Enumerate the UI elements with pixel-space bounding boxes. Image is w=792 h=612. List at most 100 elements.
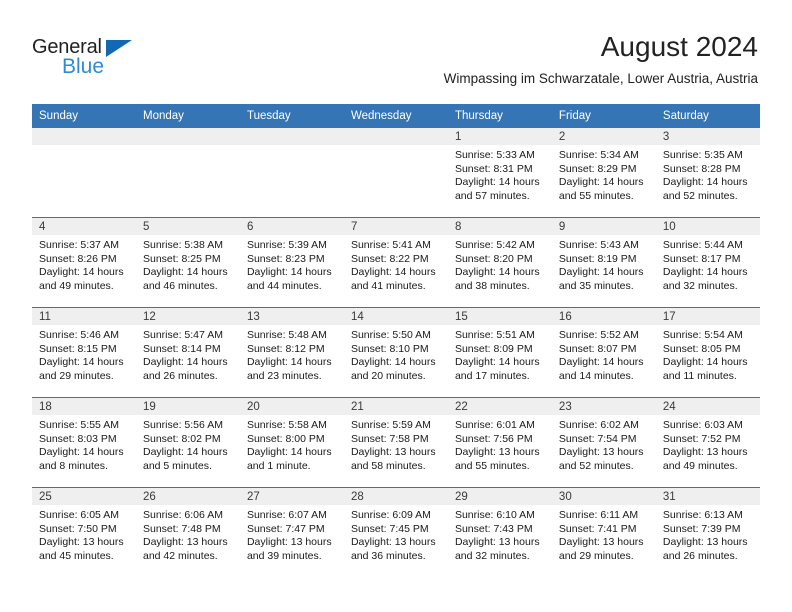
general-blue-logo[interactable]: General Blue xyxy=(32,36,152,82)
sunrise-text: Sunrise: 5:34 AM xyxy=(558,149,639,161)
daylight-text-line2: and 14 minutes. xyxy=(558,369,634,382)
day-details: Sunrise: 6:11 AM Sunset: 7:41 PM Daylight:… xyxy=(552,505,656,563)
calendar-day-cell[interactable]: 23 Sunrise: 6:02 AM Sunset: 7:54 PM Dayligh… xyxy=(551,397,656,488)
calendar-day-cell[interactable]: 2 Sunrise: 5:34 AM Sunset: 8:29 PM Daylight… xyxy=(551,128,656,218)
calendar-cell-inner xyxy=(343,128,448,217)
daylight-text-line1: Daylight: 13 hours xyxy=(454,536,540,549)
calendar-day-cell[interactable]: 29 Sunrise: 6:10 AM Sunset: 7:43 PM Dayligh… xyxy=(447,487,552,577)
daylight-text-line1: Daylight: 14 hours xyxy=(39,266,124,279)
calendar-day-cell[interactable]: 11 Sunrise: 5:46 AM Sunset: 8:15 PM Dayligh… xyxy=(32,307,136,398)
calendar-day-cell[interactable]: 15 Sunrise: 5:51 AM Sunset: 8:09 PM Dayligh… xyxy=(447,307,552,398)
calendar-day-cell[interactable]: 28 Sunrise: 6:09 AM Sunset: 7:45 PM Dayligh… xyxy=(343,487,448,577)
day-number: 27 xyxy=(239,488,344,505)
calendar-cell-empty xyxy=(135,128,240,218)
calendar-body: 1 Sunrise: 5:33 AM Sunset: 8:31 PM Daylight… xyxy=(32,128,760,577)
calendar-cell-inner: 20 Sunrise: 5:58 AM Sunset: 8:00 PM Dayligh… xyxy=(239,398,344,487)
calendar-day-cell[interactable]: 26 Sunrise: 6:06 AM Sunset: 7:48 PM Dayligh… xyxy=(135,487,240,577)
day-details: Sunrise: 6:07 AM Sunset: 7:47 PM Daylight:… xyxy=(240,505,344,563)
calendar-cell-inner: 2 Sunrise: 5:34 AM Sunset: 8:29 PM Daylight… xyxy=(551,128,656,217)
calendar-day-cell[interactable]: 24 Sunrise: 6:03 AM Sunset: 7:52 PM Dayligh… xyxy=(655,397,760,488)
day-number: 29 xyxy=(447,488,552,505)
sunset-text: Sunset: 7:50 PM xyxy=(39,522,117,535)
daylight-text-line1: Daylight: 14 hours xyxy=(454,176,540,189)
calendar-day-cell[interactable]: 18 Sunrise: 5:55 AM Sunset: 8:03 PM Dayligh… xyxy=(32,397,136,488)
calendar-cell-inner: 21 Sunrise: 5:59 AM Sunset: 7:58 PM Dayligh… xyxy=(343,398,448,487)
calendar-cell-inner: 12 Sunrise: 5:47 AM Sunset: 8:14 PM Dayligh… xyxy=(135,308,240,397)
day-number: 1 xyxy=(447,128,552,145)
sunset-text: Sunset: 8:12 PM xyxy=(246,342,325,355)
calendar-cell-inner: 14 Sunrise: 5:50 AM Sunset: 8:10 PM Dayligh… xyxy=(343,308,448,397)
daylight-text-line2: and 23 minutes. xyxy=(246,369,322,382)
day-number: 20 xyxy=(239,398,344,415)
calendar-day-cell[interactable]: 5 Sunrise: 5:38 AM Sunset: 8:25 PM Daylight… xyxy=(135,217,240,308)
sunrise-text: Sunrise: 5:59 AM xyxy=(350,419,431,431)
daylight-text-line2: and 38 minutes. xyxy=(454,279,530,292)
calendar-cell-inner: 22 Sunrise: 6:01 AM Sunset: 7:56 PM Dayligh… xyxy=(447,398,552,487)
calendar-week-row: 4 Sunrise: 5:37 AM Sunset: 8:26 PM Daylight… xyxy=(32,217,760,308)
calendar-day-cell[interactable]: 25 Sunrise: 6:05 AM Sunset: 7:50 PM Dayligh… xyxy=(32,487,136,577)
day-number: 19 xyxy=(135,398,240,415)
weekday-header-tuesday: Tuesday xyxy=(239,104,344,128)
day-number xyxy=(343,128,448,145)
daylight-text-line1: Daylight: 13 hours xyxy=(142,536,228,549)
calendar-day-cell[interactable]: 22 Sunrise: 6:01 AM Sunset: 7:56 PM Dayligh… xyxy=(447,397,552,488)
calendar-day-cell[interactable]: 21 Sunrise: 5:59 AM Sunset: 7:58 PM Dayligh… xyxy=(343,397,448,488)
calendar-day-cell[interactable]: 16 Sunrise: 5:52 AM Sunset: 8:07 PM Dayligh… xyxy=(551,307,656,398)
calendar-day-cell[interactable]: 7 Sunrise: 5:41 AM Sunset: 8:22 PM Daylight… xyxy=(343,217,448,308)
day-details: Sunrise: 6:10 AM Sunset: 7:43 PM Daylight:… xyxy=(448,505,552,563)
sunset-text: Sunset: 7:41 PM xyxy=(558,522,637,535)
sunset-text: Sunset: 8:26 PM xyxy=(39,252,117,265)
sunrise-text: Sunrise: 5:52 AM xyxy=(558,329,639,341)
sunset-text: Sunset: 8:23 PM xyxy=(246,252,325,265)
calendar-day-cell[interactable]: 4 Sunrise: 5:37 AM Sunset: 8:26 PM Daylight… xyxy=(32,217,136,308)
calendar-day-cell[interactable]: 9 Sunrise: 5:43 AM Sunset: 8:19 PM Daylight… xyxy=(551,217,656,308)
calendar-day-cell[interactable]: 12 Sunrise: 5:47 AM Sunset: 8:14 PM Dayligh… xyxy=(135,307,240,398)
calendar-day-cell[interactable]: 19 Sunrise: 5:56 AM Sunset: 8:02 PM Dayligh… xyxy=(135,397,240,488)
calendar-day-cell[interactable]: 3 Sunrise: 5:35 AM Sunset: 8:28 PM Daylight… xyxy=(655,128,760,218)
day-number: 28 xyxy=(343,488,448,505)
daylight-text-line1: Daylight: 14 hours xyxy=(350,266,436,279)
daylight-text-line2: and 32 minutes. xyxy=(662,279,738,292)
sunrise-text: Sunrise: 5:39 AM xyxy=(246,239,327,251)
calendar-day-cell[interactable]: 14 Sunrise: 5:50 AM Sunset: 8:10 PM Dayligh… xyxy=(343,307,448,398)
calendar-day-cell[interactable]: 31 Sunrise: 6:13 AM Sunset: 7:39 PM Dayligh… xyxy=(655,487,760,577)
sunrise-text: Sunrise: 5:56 AM xyxy=(142,419,223,431)
day-details: Sunrise: 6:09 AM Sunset: 7:45 PM Daylight:… xyxy=(344,505,448,563)
calendar-day-cell[interactable]: 10 Sunrise: 5:44 AM Sunset: 8:17 PM Dayligh… xyxy=(655,217,760,308)
calendar-cell-inner: 11 Sunrise: 5:46 AM Sunset: 8:15 PM Dayligh… xyxy=(32,308,136,397)
page-header: General Blue August 2024 Wimpassing im S… xyxy=(0,0,792,100)
calendar-day-cell[interactable]: 6 Sunrise: 5:39 AM Sunset: 8:23 PM Daylight… xyxy=(239,217,344,308)
calendar-cell-inner: 4 Sunrise: 5:37 AM Sunset: 8:26 PM Daylight… xyxy=(32,218,136,307)
calendar-day-cell[interactable]: 20 Sunrise: 5:58 AM Sunset: 8:00 PM Dayligh… xyxy=(239,397,344,488)
day-details: Sunrise: 5:34 AM Sunset: 8:29 PM Daylight:… xyxy=(552,145,656,203)
day-details: Sunrise: 5:47 AM Sunset: 8:14 PM Daylight:… xyxy=(136,325,240,383)
calendar-day-cell[interactable]: 27 Sunrise: 6:07 AM Sunset: 7:47 PM Dayligh… xyxy=(239,487,344,577)
day-number: 25 xyxy=(32,488,136,505)
calendar-week-row: 11 Sunrise: 5:46 AM Sunset: 8:15 PM Dayligh… xyxy=(32,307,760,398)
daylight-text-line1: Daylight: 14 hours xyxy=(246,266,332,279)
daylight-text-line2: and 29 minutes. xyxy=(39,369,114,382)
day-details: Sunrise: 5:39 AM Sunset: 8:23 PM Daylight:… xyxy=(240,235,344,293)
sunrise-text: Sunrise: 5:38 AM xyxy=(142,239,223,251)
calendar-cell-inner: 10 Sunrise: 5:44 AM Sunset: 8:17 PM Dayligh… xyxy=(655,218,760,307)
sunset-text: Sunset: 7:54 PM xyxy=(558,432,637,445)
day-number: 11 xyxy=(32,308,136,325)
sunset-text: Sunset: 7:56 PM xyxy=(454,432,533,445)
calendar-day-cell[interactable]: 30 Sunrise: 6:11 AM Sunset: 7:41 PM Dayligh… xyxy=(551,487,656,577)
daylight-text-line1: Daylight: 14 hours xyxy=(246,446,332,459)
calendar-cell-inner: 17 Sunrise: 5:54 AM Sunset: 8:05 PM Dayligh… xyxy=(655,308,760,397)
sunset-text: Sunset: 7:45 PM xyxy=(350,522,429,535)
day-details: Sunrise: 5:46 AM Sunset: 8:15 PM Daylight:… xyxy=(32,325,136,383)
sunset-text: Sunset: 8:29 PM xyxy=(558,162,637,175)
sunset-text: Sunset: 8:00 PM xyxy=(246,432,325,445)
calendar-cell-inner: 13 Sunrise: 5:48 AM Sunset: 8:12 PM Dayligh… xyxy=(239,308,344,397)
daylight-text-line2: and 32 minutes. xyxy=(454,549,530,562)
calendar-day-cell[interactable]: 8 Sunrise: 5:42 AM Sunset: 8:20 PM Daylight… xyxy=(447,217,552,308)
weekday-header-friday: Friday xyxy=(551,104,656,128)
calendar-day-cell[interactable]: 13 Sunrise: 5:48 AM Sunset: 8:12 PM Dayligh… xyxy=(239,307,344,398)
calendar-day-cell[interactable]: 17 Sunrise: 5:54 AM Sunset: 8:05 PM Dayligh… xyxy=(655,307,760,398)
calendar-day-cell[interactable]: 1 Sunrise: 5:33 AM Sunset: 8:31 PM Daylight… xyxy=(447,128,552,218)
sunrise-text: Sunrise: 5:43 AM xyxy=(558,239,639,251)
day-number xyxy=(239,128,344,145)
sunset-text: Sunset: 7:47 PM xyxy=(246,522,325,535)
